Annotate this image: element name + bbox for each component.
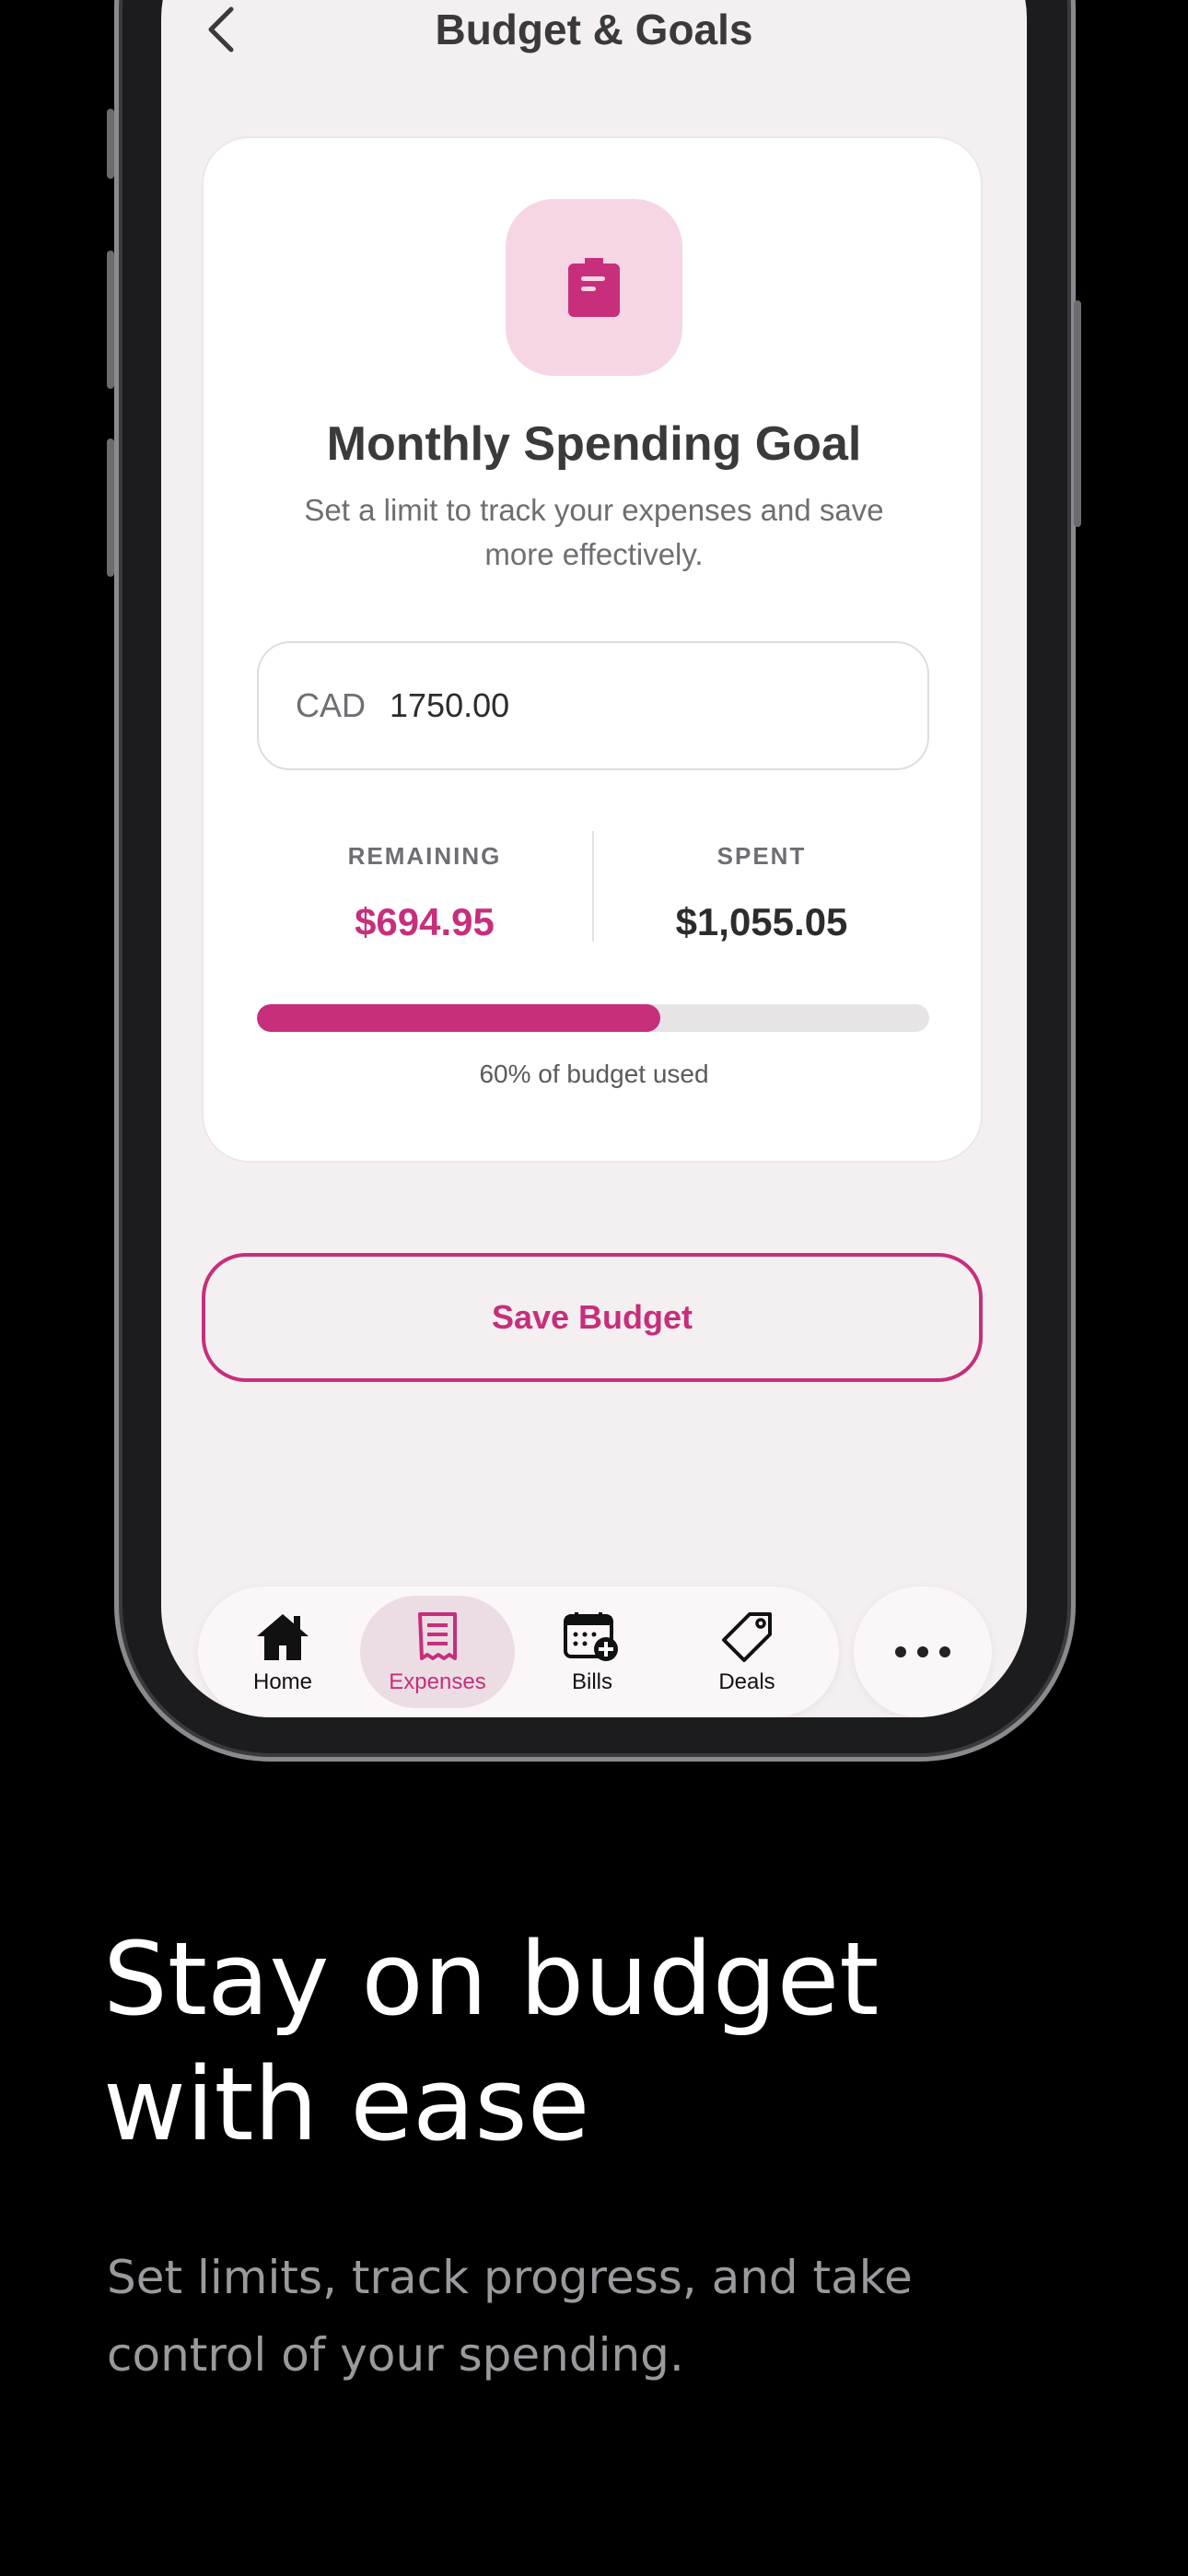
remaining-value: $694.95: [355, 900, 495, 943]
tab-expenses-label: Expenses: [389, 1669, 486, 1694]
tab-bills-label: Bills: [571, 1669, 612, 1694]
tab-home-label: Home: [252, 1669, 313, 1694]
goal-title: Monthly Spending Goal: [326, 417, 862, 471]
phone-volume-down-button: [107, 439, 114, 577]
home-icon: [257, 1614, 309, 1660]
more-icon-dot: [917, 1646, 928, 1657]
save-budget-button[interactable]: Save Budget: [202, 1253, 983, 1382]
receipt-icon: [418, 1612, 457, 1660]
marketing-subline: Set limits, track progress, and take con…: [107, 2251, 913, 2382]
phone-power-button: [1074, 300, 1081, 527]
spent-label: SPENT: [716, 842, 807, 870]
amount-value[interactable]: 1750.00: [390, 686, 509, 725]
budget-progress-fill: [257, 1004, 660, 1032]
app-screen: Budget & Goals Monthly Spending Goal Set…: [161, 0, 1027, 1717]
clipboard-icon: [568, 258, 620, 317]
budget-card: Monthly Spending Goal Set a limit to tra…: [202, 136, 983, 1163]
tab-expenses[interactable]: Expenses: [360, 1596, 515, 1708]
page-title: Budget & Goals: [435, 6, 753, 53]
tab-home[interactable]: Home: [205, 1596, 360, 1708]
spent-value: $1,055.05: [675, 900, 848, 943]
calendar-add-icon: [564, 1612, 618, 1661]
tab-bills[interactable]: Bills: [515, 1596, 670, 1708]
progress-caption: 60% of budget used: [479, 1060, 709, 1088]
currency-label: CAD: [296, 686, 367, 724]
spent-stat: SPENT $1,055.05: [594, 831, 929, 944]
remaining-label: REMAINING: [347, 842, 502, 870]
tab-bar: Home Expenses Bills Deals: [198, 1587, 839, 1717]
more-button[interactable]: [854, 1587, 992, 1717]
phone-side-button: [107, 109, 114, 179]
more-icon-dot: [895, 1646, 906, 1657]
budget-stats: REMAINING $694.95 SPENT $1,055.05: [257, 831, 929, 944]
goal-description: Set a limit to track your expenses and s…: [304, 493, 884, 571]
budget-amount-input[interactable]: CAD 1750.00: [257, 641, 929, 770]
phone-volume-up-button: [107, 251, 114, 389]
budget-progress-bar: [257, 1004, 929, 1032]
marketing-headline: Stay on budget with ease: [103, 1920, 879, 2163]
remaining-stat: REMAINING $694.95: [257, 831, 592, 944]
tag-icon: [722, 1612, 772, 1662]
tab-deals[interactable]: Deals: [670, 1596, 824, 1708]
tab-deals-label: Deals: [718, 1669, 775, 1694]
clipboard-icon-badge: [506, 199, 682, 376]
more-icon-dot: [939, 1646, 950, 1657]
